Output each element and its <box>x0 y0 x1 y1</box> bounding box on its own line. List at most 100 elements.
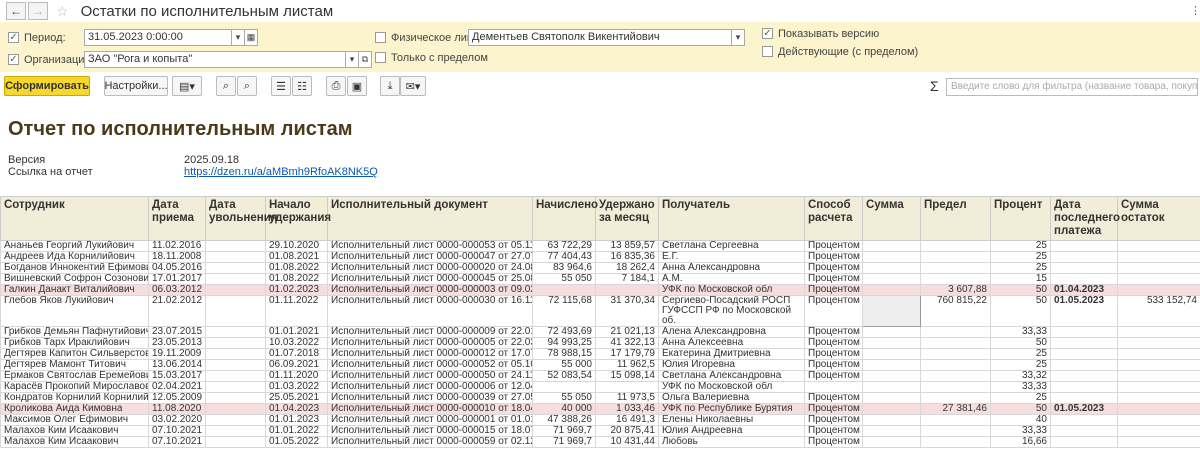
table-cell[interactable] <box>1050 370 1118 382</box>
table-cell[interactable] <box>1117 436 1200 448</box>
table-cell[interactable]: 21 021,13 <box>595 326 659 338</box>
org-dropdown-icon[interactable]: ▾ <box>345 51 359 68</box>
table-cell[interactable]: Светлана Александровна <box>658 370 805 382</box>
table-cell[interactable]: 23.07.2015 <box>148 326 206 338</box>
table-cell[interactable] <box>1117 359 1200 371</box>
table-row[interactable]: Ермаков Святослав Еремейович 15.03.2017 01… <box>0 370 1200 382</box>
table-cell[interactable] <box>862 436 921 448</box>
report-link[interactable]: https://dzen.ru/a/aMBmh9RfoAK8NK5Q <box>184 166 378 178</box>
table-cell[interactable]: 25 <box>990 392 1051 404</box>
table-cell[interactable]: 71 969,7 <box>532 436 596 448</box>
table-cell[interactable]: 33,33 <box>990 381 1051 393</box>
table-cell[interactable] <box>205 295 266 327</box>
table-cell[interactable]: Процентом <box>804 326 863 338</box>
table-cell[interactable]: 55 050 <box>532 392 596 404</box>
table-cell[interactable]: 29.10.2020 <box>265 240 328 252</box>
preview-icon[interactable]: ▣ <box>347 76 367 96</box>
table-cell[interactable]: 20 875,41 <box>595 425 659 437</box>
table-cell[interactable]: Андреев Ида Корнилийович <box>0 251 149 263</box>
table-cell[interactable]: 01.01.2021 <box>265 326 328 338</box>
table-cell[interactable]: Исполнительный лист 0000-000020 от 24.08… <box>327 262 533 274</box>
settings-button[interactable]: Настройки... <box>104 76 168 96</box>
table-cell[interactable] <box>205 359 266 371</box>
table-cell[interactable]: 01.04.2023 <box>265 403 328 415</box>
table-cell[interactable]: Сергиево-Посадский РОСП ГУФССП РФ по Мос… <box>658 295 805 327</box>
table-cell[interactable]: 19.11.2009 <box>148 348 206 360</box>
table-cell[interactable] <box>1050 240 1118 252</box>
table-cell[interactable]: 47 388,26 <box>532 414 596 426</box>
table-cell[interactable] <box>1117 414 1200 426</box>
table-cell[interactable] <box>205 425 266 437</box>
table-cell[interactable] <box>920 348 991 360</box>
table-row[interactable]: Ананьев Георгий Лукийович 11.02.2016 29.10… <box>0 240 1200 252</box>
table-cell[interactable]: 7 184,1 <box>595 273 659 285</box>
table-cell[interactable] <box>205 326 266 338</box>
table-cell[interactable]: 94 993,25 <box>532 337 596 349</box>
table-cell[interactable] <box>920 326 991 338</box>
table-cell[interactable] <box>1050 392 1118 404</box>
table-cell[interactable] <box>862 337 921 349</box>
table-cell[interactable]: Грибков Тарх Ираклийович <box>0 337 149 349</box>
person-checkbox[interactable] <box>375 32 386 43</box>
table-cell[interactable]: 83 964,6 <box>532 262 596 274</box>
person-dropdown-icon[interactable]: ▾ <box>731 29 745 46</box>
table-cell[interactable]: Ермаков Святослав Еремейович <box>0 370 149 382</box>
table-cell[interactable]: Исполнительный лист 0000-000003 от 09.02… <box>327 284 533 296</box>
table-row[interactable]: Кроликова Аида Кимовна 11.08.2020 01.04.20… <box>0 403 1200 415</box>
column-header[interactable]: Предел <box>920 196 991 241</box>
table-cell[interactable]: 72 115,68 <box>532 295 596 327</box>
table-cell[interactable]: Кроликова Аида Кимовна <box>0 403 149 415</box>
table-cell[interactable]: Процентом <box>804 425 863 437</box>
column-header[interactable]: Сотрудник <box>0 196 149 241</box>
column-header[interactable]: Сумма остаток <box>1117 196 1200 241</box>
table-cell[interactable]: 78 988,15 <box>532 348 596 360</box>
table-cell[interactable] <box>595 381 659 393</box>
column-header[interactable]: Исполнительный документ <box>327 196 533 241</box>
table-cell[interactable] <box>1050 337 1118 349</box>
table-cell[interactable]: А.М. <box>658 273 805 285</box>
org-open-icon[interactable]: ⧉ <box>358 51 372 68</box>
table-cell[interactable] <box>862 326 921 338</box>
variants-icon[interactable]: ▤▾ <box>172 76 202 96</box>
table-cell[interactable]: 72 493,69 <box>532 326 596 338</box>
table-cell[interactable] <box>862 414 921 426</box>
table-cell[interactable]: 01.01.2022 <box>265 425 328 437</box>
table-cell[interactable] <box>1117 425 1200 437</box>
table-cell[interactable]: 25 <box>990 240 1051 252</box>
table-cell[interactable] <box>1050 273 1118 285</box>
column-header[interactable]: Процент <box>990 196 1051 241</box>
limit-checkbox[interactable] <box>375 52 386 63</box>
table-row[interactable]: Дегтярев Мамонт Титович 13.06.2014 06.09.2… <box>0 359 1200 371</box>
table-cell[interactable]: 15.03.2017 <box>148 370 206 382</box>
period-dropdown-icon[interactable]: ▾ <box>231 29 245 46</box>
table-cell[interactable] <box>1050 348 1118 360</box>
filter-input[interactable]: Введите слово для фильтра (название това… <box>946 78 1198 96</box>
column-header[interactable]: Начислено <box>532 196 598 241</box>
table-cell[interactable]: Процентом <box>804 273 863 285</box>
find-next-icon[interactable]: ⌕ <box>237 76 257 96</box>
table-cell[interactable]: Процентом <box>804 392 863 404</box>
table-cell[interactable]: 25.05.2021 <box>265 392 328 404</box>
org-checkbox[interactable]: ✓ <box>8 54 19 65</box>
table-cell[interactable]: Юлия Игоревна <box>658 359 805 371</box>
table-cell[interactable]: 55 050 <box>532 273 596 285</box>
table-cell[interactable] <box>920 436 991 448</box>
table-cell[interactable]: Алена Александровна <box>658 326 805 338</box>
table-cell[interactable]: 11.08.2020 <box>148 403 206 415</box>
column-header[interactable]: Начало удержания <box>265 196 331 241</box>
column-header[interactable]: Удержано за месяц <box>595 196 659 241</box>
table-cell[interactable]: 52 083,54 <box>532 370 596 382</box>
table-cell[interactable]: Светлана Сергеевна <box>658 240 805 252</box>
table-row[interactable]: Карасёв Прокопий Мирославович 02.04.2021 0… <box>0 381 1200 393</box>
save-icon[interactable]: ⤓ <box>380 76 400 96</box>
table-cell[interactable] <box>205 436 266 448</box>
table-cell[interactable]: Екатерина Дмитриевна <box>658 348 805 360</box>
table-cell[interactable]: Исполнительный лист 0000-000047 от 27.07… <box>327 251 533 263</box>
table-cell[interactable]: Ольга Валериевна <box>658 392 805 404</box>
table-cell[interactable]: Процентом <box>804 240 863 252</box>
more-menu-icon[interactable]: ⋮ <box>1190 4 1200 17</box>
table-row[interactable]: Богданов Иннокентий Ефимович 04.05.2016 01… <box>0 262 1200 274</box>
table-cell[interactable]: Исполнительный лист 0000-000053 от 05.11… <box>327 240 533 252</box>
table-cell[interactable]: 50 <box>990 403 1051 415</box>
table-cell[interactable]: Процентом <box>804 370 863 382</box>
